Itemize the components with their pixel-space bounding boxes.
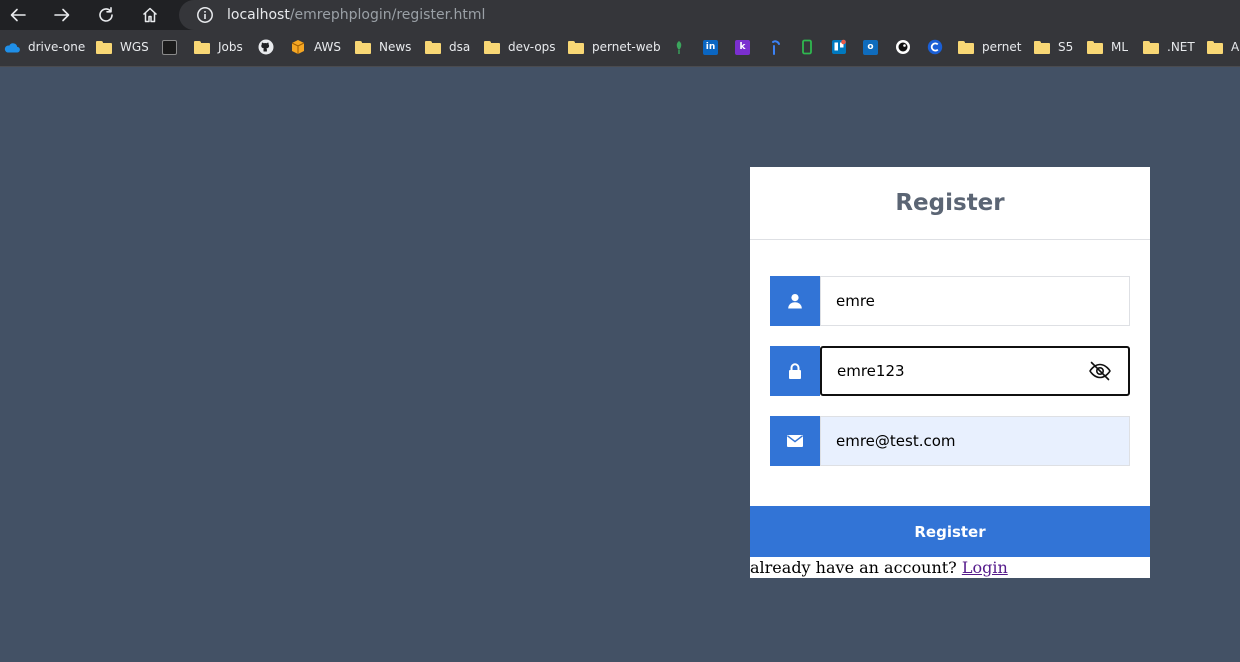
bookmark-drive-one[interactable]: drive-one — [4, 38, 85, 56]
folder-icon — [355, 40, 371, 54]
bookmark-label: Jobs — [218, 40, 243, 54]
home-icon[interactable] — [138, 3, 162, 27]
bookmark-dev-ops[interactable]: dev-ops — [484, 38, 556, 56]
bookmark-pernet[interactable]: pernet — [958, 38, 1021, 56]
bookmark-label: AWS — [314, 40, 342, 54]
bookmark-label: S5 — [1058, 40, 1074, 54]
folder-icon — [1207, 40, 1223, 54]
green-phone-icon — [802, 39, 812, 55]
circle-dark-icon — [896, 40, 910, 54]
bookmark-trello[interactable] — [831, 38, 847, 56]
user-icon — [770, 276, 820, 326]
bookmark-label: pernet — [982, 40, 1022, 54]
bookmark-circle-dark[interactable] — [895, 38, 911, 56]
github-icon — [258, 39, 274, 55]
register-title: Register — [750, 167, 1150, 240]
login-prompt-text: already have an account? — [750, 558, 962, 577]
back-arrow-icon[interactable] — [6, 3, 30, 27]
bookmark-label: pernet-web — [592, 40, 661, 54]
email-input[interactable] — [820, 416, 1130, 466]
bookmark-news[interactable]: News — [355, 38, 411, 56]
bookmark-label: dsa — [449, 40, 471, 54]
site-info-icon[interactable] — [196, 6, 214, 24]
url-path: /emrephplogin/register.html — [289, 7, 486, 23]
outlook-icon: o — [863, 39, 878, 55]
bookmark-leaf[interactable] — [671, 38, 687, 56]
bookmark-label: drive-one — [28, 40, 86, 54]
bookmark-k[interactable]: k — [735, 38, 750, 56]
linkedin-icon: in — [703, 39, 718, 55]
bookmark-dsa[interactable]: dsa — [425, 38, 470, 56]
bookmark-outlook[interactable]: o — [863, 38, 878, 56]
bookmark-label: A — [1231, 40, 1240, 54]
bookmark-aws[interactable]: AWS — [290, 38, 341, 56]
folder-icon — [1034, 40, 1050, 54]
browser-toolbar: localhost/emrephplogin/register.html — [0, 0, 1240, 30]
trello-icon — [832, 39, 846, 54]
reload-icon[interactable] — [94, 3, 118, 27]
bookmark-wgs[interactable]: WGS — [96, 38, 149, 56]
bookmark-s5[interactable]: S5 — [1034, 38, 1073, 56]
bookmark-pernet-web[interactable]: pernet-web — [568, 38, 661, 56]
bookmark-label: dev-ops — [508, 40, 556, 54]
folder-icon — [958, 40, 974, 54]
login-link[interactable]: Login — [962, 558, 1008, 577]
login-prompt: already have an account? Login — [750, 557, 1150, 578]
forward-arrow-icon[interactable] — [50, 3, 74, 27]
aws-box-icon — [291, 40, 305, 54]
envelope-icon — [770, 416, 820, 466]
bookmark-dotnet[interactable]: .NET — [1143, 38, 1195, 56]
folder-icon — [568, 40, 584, 54]
password-input[interactable] — [820, 346, 1130, 396]
bookmark-ml[interactable]: ML — [1087, 38, 1128, 56]
bookmark-label: .NET — [1167, 40, 1195, 54]
url-text[interactable]: localhost/emrephplogin/register.html — [227, 6, 485, 24]
lock-icon — [770, 346, 820, 396]
register-card: Register Register already have an accoun… — [750, 167, 1150, 578]
folder-icon — [96, 40, 112, 54]
folder-icon — [1087, 40, 1103, 54]
bookmark-label: WGS — [120, 40, 149, 54]
bookmark-dark[interactable] — [162, 38, 177, 56]
bookmark-linkedin[interactable]: in — [703, 38, 718, 56]
bookmark-jobs[interactable]: Jobs — [194, 38, 243, 56]
bookmark-github[interactable] — [258, 38, 274, 56]
bookmark-green-phone[interactable] — [799, 38, 815, 56]
register-button[interactable]: Register — [750, 506, 1150, 557]
bookmark-label: ML — [1111, 40, 1129, 54]
blue-mark-icon — [772, 40, 780, 55]
page-background: Register Register already have an accoun… — [0, 67, 1240, 662]
bookmark-dark-icon — [162, 39, 177, 55]
onedrive-cloud-icon — [4, 43, 20, 53]
folder-icon — [194, 40, 210, 54]
bookmark-c[interactable] — [927, 38, 943, 56]
url-host: localhost — [227, 7, 290, 23]
k-icon: k — [735, 39, 750, 55]
bookmark-a[interactable]: A — [1207, 38, 1239, 56]
folder-icon — [425, 40, 441, 54]
leaf-icon — [676, 41, 682, 54]
folder-icon — [484, 40, 500, 54]
c-icon — [927, 39, 943, 55]
username-input[interactable] — [820, 276, 1130, 326]
bookmark-blue-mark[interactable] — [767, 38, 783, 56]
bookmarks-bar: drive-one WGS Jobs AWS News dsa dev-ops … — [0, 30, 1240, 67]
bookmark-label: News — [379, 40, 412, 54]
folder-icon — [1143, 40, 1159, 54]
eye-slash-icon[interactable] — [1088, 359, 1112, 383]
